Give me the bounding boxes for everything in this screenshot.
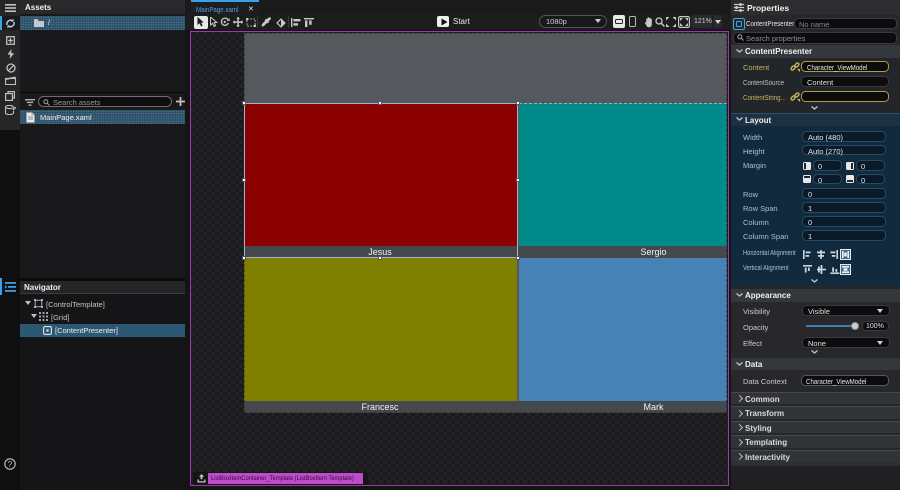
svg-text:?: ? bbox=[8, 460, 13, 469]
